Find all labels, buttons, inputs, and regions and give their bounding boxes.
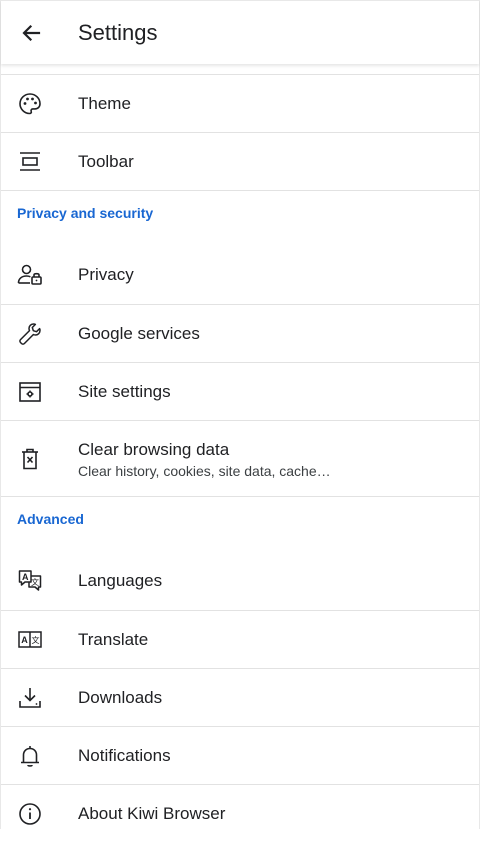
svg-text:A: A [22,572,29,582]
settings-item-label: Notifications [78,745,171,765]
settings-item-label: Languages [78,571,163,590]
languages-icon: A 文 [17,568,43,594]
settings-item-downloads[interactable]: Downloads [1,668,479,726]
settings-item-label: Translate [78,629,149,649]
settings-item-about[interactable]: About Kiwi Browser [1,784,479,842]
back-button[interactable] [7,9,55,57]
translate-icon: A 文 [17,627,43,653]
settings-item-label: Toolbar [78,151,134,171]
settings-item-label: Privacy [78,265,134,284]
palette-icon [17,91,43,117]
trash-x-icon [17,446,43,472]
section-header-privacy: Privacy and security [1,190,479,246]
site-settings-icon [17,379,43,405]
app-bar: Settings [1,0,479,64]
svg-text:文: 文 [32,635,40,645]
settings-item-label: About Kiwi Browser [78,803,226,823]
settings-item-notifications[interactable]: Notifications [1,726,479,784]
person-lock-icon [17,262,43,288]
settings-item-label: Site settings [78,381,171,401]
settings-item-toolbar[interactable]: Toolbar [1,132,479,190]
page-title: Settings [78,20,158,45]
settings-list: Theme Toolbar Privacy and security Priva… [1,64,479,842]
section-title: Advanced [17,511,84,527]
settings-item-label: Clear browsing data [78,440,230,459]
settings-item-theme[interactable]: Theme [1,74,479,132]
section-title: Privacy and security [17,205,154,221]
wrench-icon [17,321,43,347]
settings-item-site-settings[interactable]: Site settings [1,362,479,420]
download-icon [17,685,43,711]
svg-text:A: A [21,635,28,645]
arrow-back-icon [19,21,43,45]
section-header-advanced: Advanced [1,496,479,552]
settings-item-translate[interactable]: A 文 Translate [1,610,479,668]
settings-item-sublabel: Clear history, cookies, site data, cache… [78,463,331,479]
info-icon [17,801,43,827]
settings-item-google-services[interactable]: Google services [1,304,479,362]
settings-item-languages[interactable]: A 文 Languages [1,552,479,610]
settings-item-label: Downloads [78,687,163,707]
settings-item-privacy[interactable]: Privacy [1,246,479,304]
settings-item-clear-browsing-data[interactable]: Clear browsing data Clear history, cooki… [1,420,479,496]
settings-item-label: Google services [78,323,200,343]
bell-icon [17,743,43,769]
toolbar-icon [17,149,43,175]
svg-text:文: 文 [31,577,39,587]
settings-item-label: Theme [78,93,131,113]
